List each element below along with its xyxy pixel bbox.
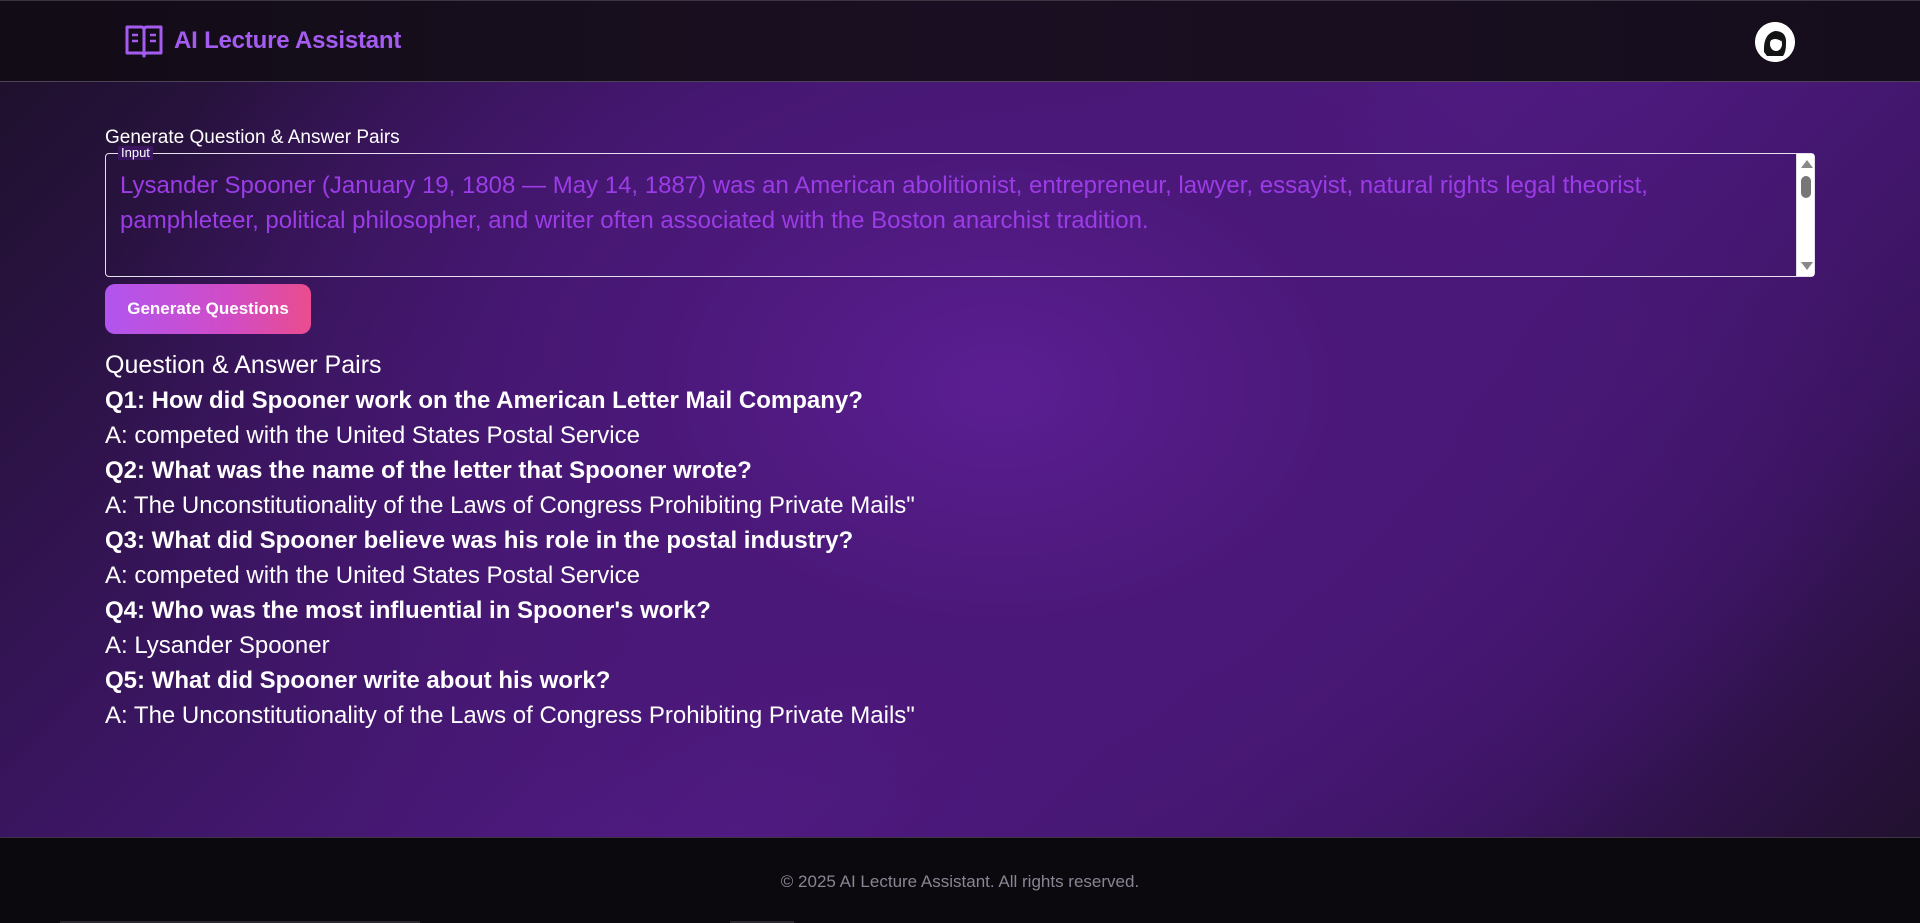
question-2: Q2: What was the name of the letter that… xyxy=(105,457,752,484)
open-book-icon xyxy=(125,25,163,58)
page-footer: © 2025 AI Lecture Assistant. All rights … xyxy=(0,837,1920,923)
app-header: AI Lecture Assistant xyxy=(0,0,1920,82)
user-avatar-icon xyxy=(1755,22,1795,62)
input-scrollbar[interactable] xyxy=(1796,154,1814,276)
copyright-text: © 2025 AI Lecture Assistant. All rights … xyxy=(780,872,1140,891)
answer-5: A: The Unconstitutionality of the Laws o… xyxy=(105,702,915,729)
generator-section: Generate Question & Answer Pairs Input L… xyxy=(105,126,1815,729)
lecture-input-field[interactable]: Input Lysander Spooner (January 19, 1808… xyxy=(105,146,1815,277)
brand[interactable]: AI Lecture Assistant xyxy=(124,23,401,59)
scroll-up-arrow-icon[interactable] xyxy=(1801,160,1813,168)
scroll-down-arrow-icon[interactable] xyxy=(1801,262,1813,270)
section-label: Generate Question & Answer Pairs xyxy=(105,127,400,148)
app-title: AI Lecture Assistant xyxy=(174,27,402,54)
question-1: Q1: How did Spooner work on the American… xyxy=(105,387,863,414)
answer-4: A: Lysander Spooner xyxy=(105,632,330,659)
answer-2: A: The Unconstitutionality of the Laws o… xyxy=(105,492,915,519)
question-4: Q4: Who was the most influential in Spoo… xyxy=(105,597,711,624)
input-text[interactable]: Lysander Spooner (January 19, 1808 — May… xyxy=(120,168,1780,238)
question-5: Q5: What did Spooner write about his wor… xyxy=(105,667,611,694)
qa-results: Question & Answer Pairs Q1: How did Spoo… xyxy=(105,348,1305,733)
question-3: Q3: What did Spooner believe was his rol… xyxy=(105,527,854,554)
input-label: Input xyxy=(118,146,153,160)
user-avatar[interactable] xyxy=(1755,22,1795,62)
scroll-thumb[interactable] xyxy=(1801,176,1811,198)
answer-3: A: competed with the United States Posta… xyxy=(105,562,640,589)
qa-heading: Question & Answer Pairs xyxy=(105,351,382,379)
generate-questions-button[interactable]: Generate Questions xyxy=(105,284,311,334)
answer-1: A: competed with the United States Posta… xyxy=(105,422,640,449)
